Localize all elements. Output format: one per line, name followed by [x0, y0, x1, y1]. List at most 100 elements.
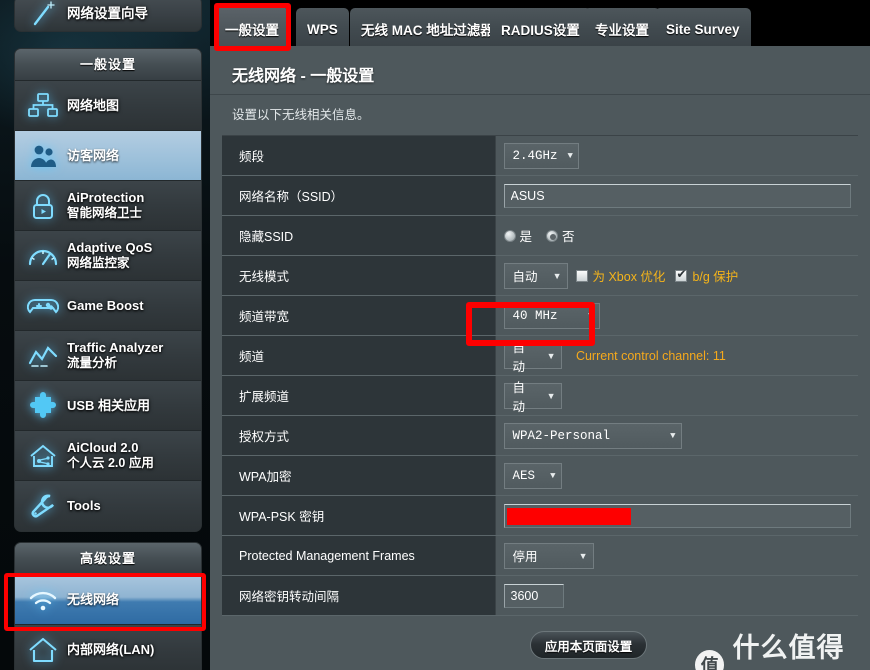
watermark: 值 什么值得买 — [695, 626, 870, 670]
label-bandwidth: 频道带宽 — [222, 295, 496, 336]
sidebar-item-guest-network[interactable]: 访客网络 — [15, 131, 201, 181]
sidebar-item-label: USB 相关应用 — [67, 397, 151, 413]
hide-ssid-label-no: 否 — [562, 230, 575, 244]
tab-professional[interactable]: 专业设置 — [584, 8, 660, 50]
chevron-down-icon: ▼ — [588, 310, 594, 321]
xbox-optimize-label: 为 Xbox 优化 — [592, 270, 666, 284]
sidebar-item-guest-network-text: 访客网络 — [63, 148, 119, 163]
label-rekey-interval: 网络密钥转动间隔 — [222, 575, 496, 616]
band-select[interactable]: 2.4GHz ▼ — [503, 142, 579, 169]
value-cell-hide-ssid: 是 否 — [495, 215, 858, 256]
tab-radius-settings[interactable]: RADIUS设置 — [490, 8, 591, 50]
value-cell-rekey-interval — [495, 575, 858, 616]
sidebar-item-tools[interactable]: Tools — [15, 481, 201, 531]
form-row-wpa-encryption: WPA加密 AES ▼ — [222, 455, 858, 496]
sidebar-item-sublabel: 流量分析 — [67, 355, 118, 370]
value-cell-wireless-mode: 自动 ▼ 为 Xbox 优化 b/g 保护 — [495, 255, 859, 296]
sidebar-item-label: Traffic Analyzer — [67, 340, 164, 356]
tab-wireless-mac-filter[interactable]: 无线 MAC 地址过滤器 — [350, 8, 505, 50]
ext-channel-select-value: 自动 — [512, 380, 526, 414]
gamepad-icon — [23, 286, 63, 326]
wpa-encryption-select[interactable]: AES ▼ — [503, 462, 562, 489]
sidebar-item-sublabel: 个人云 2.0 应用 — [67, 455, 154, 470]
main-content: 无线网络 - 一般设置 设置以下无线相关信息。 频段 2.4GHz ▼ 网络名称… — [210, 50, 870, 670]
form-row-auth-method: 授权方式 WPA2-Personal ▼ — [222, 415, 858, 456]
sidebar-item-traffic-analyzer[interactable]: Traffic Analyzer 流量分析 — [15, 331, 201, 381]
sidebar-item-aicloud-text: AiCloud 2.0 个人云 2.0 应用 — [63, 440, 154, 470]
sidebar-item-label: Game Boost — [67, 297, 144, 313]
value-cell-ssid — [495, 175, 858, 216]
tab-wps[interactable]: WPS — [296, 8, 349, 50]
sidebar-group-advanced: 高级设置 无线网络 内部网络(LAN) — [14, 542, 202, 670]
wireless-mode-controls: 自动 ▼ 为 Xbox 优化 b/g 保护 — [503, 262, 859, 289]
form-row-bandwidth: 频道带宽 40 MHz ▼ — [222, 295, 858, 336]
wpa-encryption-select-value: AES — [512, 468, 536, 483]
chevron-down-icon: ▼ — [567, 150, 573, 161]
footer: 应用本页面设置 值 什么值得买 — [210, 620, 870, 670]
sidebar-item-usb-application[interactable]: USB 相关应用 — [15, 381, 201, 431]
puzzle-icon — [23, 386, 63, 426]
hide-ssid-radio-no[interactable] — [546, 229, 559, 242]
bandwidth-select[interactable]: 40 MHz ▼ — [503, 302, 600, 329]
label-channel: 频道 — [222, 335, 496, 376]
sidebar-item-lan-text: 内部网络(LAN) — [63, 642, 154, 657]
form-row-ext-channel: 扩展频道 自动 ▼ — [222, 375, 858, 416]
sidebar-item-wireless[interactable]: 无线网络 — [15, 575, 201, 625]
form-row-channel: 频道 自动 ▼ Current control channel: 11 — [222, 335, 858, 376]
sidebar-item-adaptive-qos[interactable]: Adaptive QoS 网络监控家 — [15, 231, 201, 281]
form-row-wpa-psk: WPA-PSK 密钥 — [222, 495, 858, 536]
xbox-optimize-checkbox[interactable] — [575, 269, 588, 282]
sidebar-item-wireless-text: 无线网络 — [63, 592, 119, 607]
sidebar-item-usb-application-text: USB 相关应用 — [63, 398, 150, 413]
ssid-input[interactable] — [503, 183, 851, 208]
form-row-rekey-interval: 网络密钥转动间隔 — [222, 575, 858, 616]
sidebar-group-advanced-title: 高级设置 — [15, 543, 201, 575]
ext-channel-select[interactable]: 自动 ▼ — [503, 381, 562, 414]
pmf-select[interactable]: 停用 ▼ — [503, 542, 594, 569]
sidebar-item-network-setup-wizard[interactable]: 网络设置向导 — [14, 0, 202, 32]
tab-general-settings[interactable]: 一般设置 — [214, 8, 290, 50]
sidebar-item-aicloud[interactable]: AiCloud 2.0 个人云 2.0 应用 — [15, 431, 201, 481]
sidebar-item-lan[interactable]: 内部网络(LAN) — [15, 625, 201, 670]
hide-ssid-radio-yes[interactable] — [503, 229, 516, 242]
chevron-down-icon: ▼ — [546, 390, 556, 401]
home-icon — [23, 630, 63, 670]
auth-method-select[interactable]: WPA2-Personal ▼ — [503, 422, 682, 449]
rekey-interval-input[interactable] — [503, 583, 564, 608]
auth-method-select-value: WPA2-Personal — [512, 428, 611, 443]
form-row-hide-ssid: 隐藏SSID 是 否 — [222, 215, 858, 256]
value-cell-band: 2.4GHz ▼ — [495, 135, 858, 176]
wireless-mode-select[interactable]: 自动 ▼ — [503, 262, 568, 289]
sidebar-item-game-boost[interactable]: Game Boost — [15, 281, 201, 331]
form-row-band: 频段 2.4GHz ▼ — [222, 135, 858, 176]
wand-icon — [23, 0, 63, 34]
sidebar-item-label: 内部网络(LAN) — [67, 642, 155, 658]
sidebar-item-sublabel: 网络监控家 — [67, 255, 130, 270]
panel-description: 设置以下无线相关信息。 — [232, 108, 370, 122]
sidebar: 网络设置向导 一般设置 网络地图 访客网络 AiProtection 智能网络卫… — [0, 0, 210, 670]
chevron-down-icon: ▼ — [578, 550, 588, 561]
sidebar-item-tools-text: Tools — [63, 498, 101, 513]
value-cell-auth-method: WPA2-Personal ▼ — [495, 415, 858, 456]
form-row-pmf: Protected Management Frames 停用 ▼ — [222, 535, 858, 576]
network-map-icon — [23, 86, 63, 126]
wifi-icon — [23, 580, 63, 620]
sidebar-wizard-text: 网络设置向导 — [63, 6, 148, 22]
sidebar-item-traffic-analyzer-text: Traffic Analyzer 流量分析 — [63, 340, 163, 370]
sidebar-wizard-label: 网络设置向导 — [67, 5, 148, 21]
bg-protection-checkbox[interactable] — [675, 267, 688, 282]
traffic-chart-icon — [23, 336, 63, 376]
sidebar-item-adaptive-qos-text: Adaptive QoS 网络监控家 — [63, 240, 152, 270]
channel-select[interactable]: 自动 ▼ — [503, 341, 562, 374]
label-auth-method: 授权方式 — [222, 415, 496, 456]
value-cell-ext-channel: 自动 ▼ — [495, 375, 858, 416]
gauge-icon — [23, 236, 63, 276]
sidebar-item-label: Tools — [67, 498, 101, 514]
apply-button[interactable]: 应用本页面设置 — [530, 631, 647, 659]
sidebar-item-network-map[interactable]: 网络地图 — [15, 81, 201, 131]
chevron-down-icon: ▼ — [550, 470, 556, 481]
wrench-icon — [23, 486, 63, 526]
value-cell-bandwidth: 40 MHz ▼ — [495, 295, 858, 336]
tab-site-survey[interactable]: Site Survey — [655, 8, 751, 50]
sidebar-item-aiprotection[interactable]: AiProtection 智能网络卫士 — [15, 181, 201, 231]
